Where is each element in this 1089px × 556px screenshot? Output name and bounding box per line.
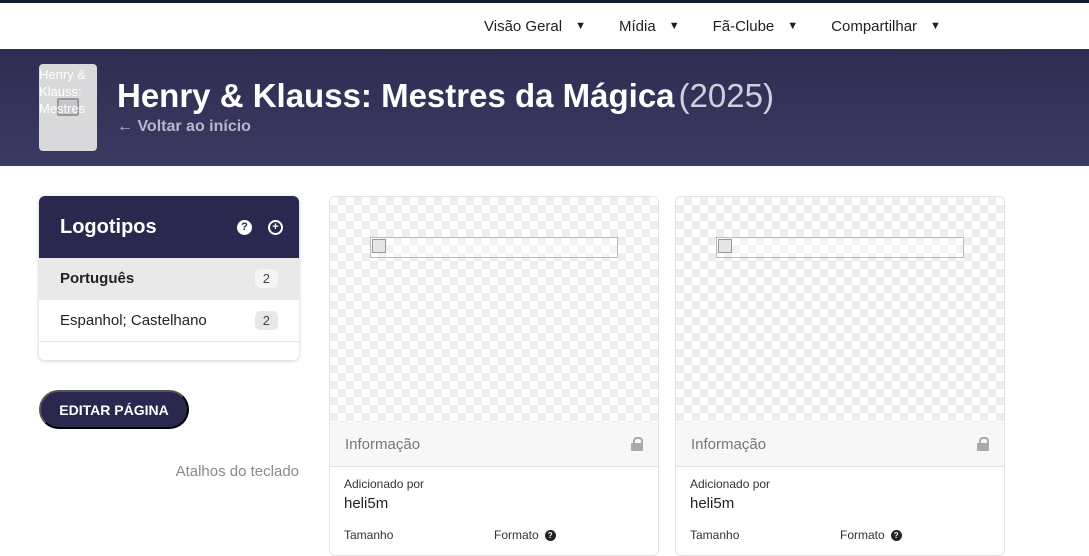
back-to-home-link[interactable]: ← Voltar ao início [117,118,251,136]
count-badge: 2 [254,311,278,330]
nav-fan-club[interactable]: Fã-Clube ▼ [713,18,799,35]
logos-panel: Logotipos ? + Português 2 Espanhol; Cast… [39,196,299,360]
title-header: Henry & Klauss: Mestres Henry & Klauss: … [0,49,1089,166]
format-label: Formato? [494,528,644,542]
help-icon[interactable]: ? [237,219,252,235]
caret-down-icon: ▼ [575,20,586,32]
top-navigation: Visão Geral ▼ Mídia ▼ Fã-Clube ▼ Compartilh… [0,3,1089,49]
help-icon[interactable]: ? [890,529,902,541]
logos-panel-title: Logotipos [60,215,157,238]
logo-preview[interactable] [330,197,658,422]
count-badge: 2 [254,269,278,288]
logo-preview[interactable] [676,197,1004,422]
help-icon[interactable]: ? [544,529,556,541]
page-title: Henry & Klauss: Mestres da Mágica (2025) [117,77,774,114]
poster-alt-text: Henry & Klauss: Mestres [39,67,86,116]
nav-share[interactable]: Compartilhar ▼ [831,18,941,35]
broken-image [716,237,964,258]
info-header: Informação [330,422,658,467]
logos-panel-header: Logotipos ? + [39,196,299,258]
added-by-label: Adicionado por [344,477,425,491]
info-header: Informação [676,422,1004,467]
logo-card: Informação Adicionado por heli5m Tamanho… [675,196,1005,556]
add-icon[interactable]: + [268,219,283,235]
size-label: Tamanho [690,528,740,542]
nav-overview[interactable]: Visão Geral ▼ [484,18,586,35]
meta-row: Tamanho Formato? [676,512,1004,542]
poster-thumbnail[interactable]: Henry & Klauss: Mestres [39,64,97,151]
keyboard-shortcuts-link[interactable]: Atalhos do teclado [176,463,299,480]
language-item-spanish[interactable]: Espanhol; Castelhano 2 [39,300,299,342]
lock-icon [977,437,989,451]
added-by-label: Adicionado por [690,477,771,491]
broken-image [370,237,618,258]
language-item-portuguese[interactable]: Português 2 [39,258,299,300]
caret-down-icon: ▼ [668,20,680,32]
added-by-user[interactable]: heli5m [676,491,1004,512]
format-label: Formato? [840,528,990,542]
meta-row: Tamanho Formato? [330,512,658,542]
caret-down-icon: ▼ [787,20,799,32]
size-label: Tamanho [344,528,394,542]
logo-card: Informação Adicionado por heli5m Tamanho… [329,196,659,556]
caret-down-icon: ▼ [930,20,941,32]
broken-image-icon [372,239,386,253]
nav-media[interactable]: Mídia ▼ [619,18,680,35]
release-year: (2025) [678,77,774,114]
edit-page-button[interactable]: EDITAR PÁGINA [39,390,189,429]
broken-image-icon [718,239,732,253]
lock-icon [631,437,643,451]
added-by-user[interactable]: heli5m [330,491,658,512]
